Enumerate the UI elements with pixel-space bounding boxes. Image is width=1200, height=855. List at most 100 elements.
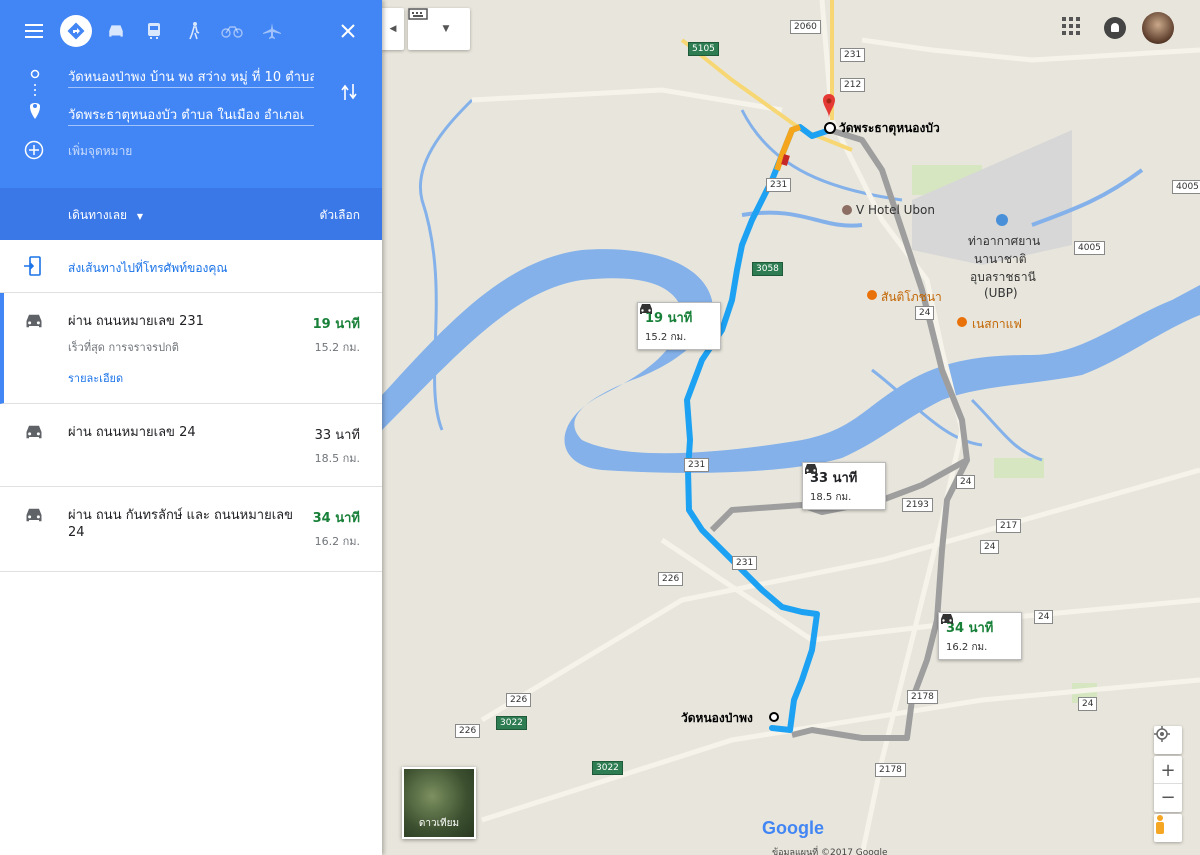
zoom-in-button[interactable]: + (1154, 757, 1182, 784)
car-icon (26, 508, 42, 522)
input-tools-button[interactable]: ▼ (408, 8, 470, 50)
menu-icon (25, 24, 43, 38)
route-via: ผ่าน ถนนหมายเลข 24 (68, 425, 196, 440)
road-shield: 231 (732, 556, 758, 570)
collapse-panel-button[interactable]: ◀ (382, 8, 404, 50)
car-icon (109, 25, 123, 37)
route-callout-3[interactable]: 34 นาที 16.2 กม. (938, 612, 1022, 660)
flight-icon (263, 23, 281, 39)
route-option-3[interactable]: ผ่าน ถนน กันทรลักษ์ และ ถนนหมายเลข 24 34… (0, 487, 382, 572)
zoom-out-button[interactable]: − (1154, 784, 1182, 811)
airport-label-2: นานาชาติ (974, 252, 1027, 266)
pegman-button[interactable] (1154, 814, 1182, 842)
hotel-label[interactable]: V Hotel Ubon (856, 203, 935, 217)
car-icon (26, 314, 42, 328)
route-time: 34 นาที (312, 511, 360, 526)
road-shield: 231 (840, 48, 866, 62)
road-shield: 4005 (1074, 241, 1105, 255)
road-shield: 226 (455, 724, 481, 738)
copyright: ข้อมูลแผนที่ ©2017 Google (772, 848, 888, 855)
callout-distance: 18.5 กม. (810, 492, 852, 503)
origin-input[interactable]: วัดหนองป่าพง บ้าน พง สว่าง หมู่ ที่ 10 ต… (68, 66, 314, 88)
walk-icon (189, 22, 200, 40)
poi-label[interactable]: เนสกาแฟ (972, 315, 1022, 334)
directions-panel: วัดหนองป่าพง บ้าน พง สว่าง หมู่ ที่ 10 ต… (0, 0, 382, 855)
road-shield: 212 (840, 78, 866, 92)
road-shield: 226 (658, 572, 684, 586)
route-subtitle: เร็วที่สุด การจราจรปกติ (68, 341, 179, 354)
airport-label-3: อุบลราชธานี (970, 270, 1036, 284)
avatar[interactable] (1142, 12, 1174, 44)
add-circle-icon (24, 140, 44, 160)
travel-mode-bar (0, 14, 382, 48)
road-shield: 5105 (688, 42, 719, 56)
route-details-link[interactable]: รายละเอียด (68, 369, 123, 387)
road-shield: 2060 (790, 20, 821, 34)
car-icon (941, 614, 953, 624)
route-time: 33 นาที (314, 428, 360, 443)
google-logo: Google (762, 818, 824, 838)
mode-best-button[interactable] (60, 15, 92, 47)
route-option-2[interactable]: ผ่าน ถนนหมายเลข 24 33 นาที 18.5 กม. (0, 404, 382, 487)
menu-button[interactable] (18, 15, 50, 47)
poi-label[interactable]: สันติโภชนา (881, 288, 942, 307)
waypoint-connector (30, 69, 40, 119)
road-shield: 4005 (1172, 180, 1200, 194)
close-button[interactable] (332, 15, 364, 47)
map-canvas[interactable]: 2060 5105 231 212 4005 3058 4005 24 231 … (382, 0, 1200, 855)
mode-bike-button[interactable] (216, 15, 248, 47)
directions-icon (67, 22, 85, 40)
transit-icon (148, 23, 160, 39)
road-shield: 217 (996, 519, 1022, 533)
add-destination-button[interactable] (18, 134, 50, 166)
destination-dot (824, 122, 836, 134)
keyboard-icon (408, 8, 428, 20)
swap-icon (341, 84, 357, 100)
car-icon (26, 425, 42, 439)
swap-button[interactable] (333, 76, 365, 108)
chevron-down-icon: ▼ (442, 24, 450, 34)
add-destination-input[interactable]: เพิ่มจุดหมาย (68, 142, 314, 164)
route-distance: 16.2 กม. (314, 535, 360, 548)
route-via: ผ่าน ถนนหมายเลข 231 (68, 314, 204, 329)
airport-label-4: (UBP) (984, 286, 1018, 300)
satellite-toggle[interactable]: ดาวเทียม (402, 767, 476, 839)
send-to-phone-row[interactable]: ส่งเส้นทางไปที่โทรศัพท์ของคุณ (0, 240, 382, 293)
mode-walk-button[interactable] (178, 15, 210, 47)
apps-grid-icon[interactable] (1062, 17, 1082, 37)
destination-input[interactable]: วัดพระธาตุหนองบัว ตำบล ในเมือง อำเภอเ (68, 104, 314, 126)
bike-icon (221, 26, 243, 38)
directions-header: วัดหนองป่าพง บ้าน พง สว่าง หมู่ ที่ 10 ต… (0, 0, 382, 188)
road-shield: 24 (1078, 697, 1098, 711)
route-time: 19 นาที (312, 317, 360, 332)
mode-flight-button[interactable] (256, 15, 288, 47)
road-shield: 24 (1034, 610, 1054, 624)
road-shield: 2178 (875, 763, 906, 777)
satellite-label: ดาวเทียม (418, 818, 460, 829)
road-shield: 24 (915, 306, 935, 320)
destination-label[interactable]: วัดพระธาตุหนองบัว (839, 119, 940, 138)
route-distance: 15.2 กม. (314, 341, 360, 354)
airport-label-1[interactable]: ท่าอากาศยาน (968, 232, 1040, 251)
maps-app: 2060 5105 231 212 4005 3058 4005 24 231 … (0, 0, 1200, 855)
route-callout-1[interactable]: 19 นาที 15.2 กม. (637, 302, 721, 350)
options-button[interactable]: ตัวเลือก (320, 206, 360, 225)
mode-transit-button[interactable] (138, 15, 170, 47)
origin-label[interactable]: วัดหนองป่าพง (681, 709, 753, 728)
car-icon (640, 304, 652, 314)
my-location-button[interactable] (1154, 726, 1182, 754)
chevron-down-icon: ▼ (136, 212, 144, 221)
mode-car-button[interactable] (100, 15, 132, 47)
depart-bar: เดินทางเลย ▼ ตัวเลือก (0, 188, 382, 240)
road-shield: 24 (980, 540, 1000, 554)
send-to-phone-link[interactable]: ส่งเส้นทางไปที่โทรศัพท์ของคุณ (68, 259, 228, 278)
depart-label: เดินทางเลย (68, 208, 128, 222)
road-shield: 3022 (496, 716, 527, 730)
route-via: ผ่าน ถนน กันทรลักษ์ และ ถนนหมายเลข 24 (68, 508, 294, 540)
depart-now-dropdown[interactable]: เดินทางเลย ▼ (68, 206, 143, 225)
callout-distance: 15.2 กม. (645, 332, 687, 343)
route-option-1[interactable]: ผ่าน ถนนหมายเลข 231 เร็วที่สุด การจราจรป… (0, 293, 382, 404)
route-callout-2[interactable]: 33 นาที 18.5 กม. (802, 462, 886, 510)
location-icon (1154, 726, 1170, 742)
notifications-icon[interactable] (1104, 17, 1126, 39)
